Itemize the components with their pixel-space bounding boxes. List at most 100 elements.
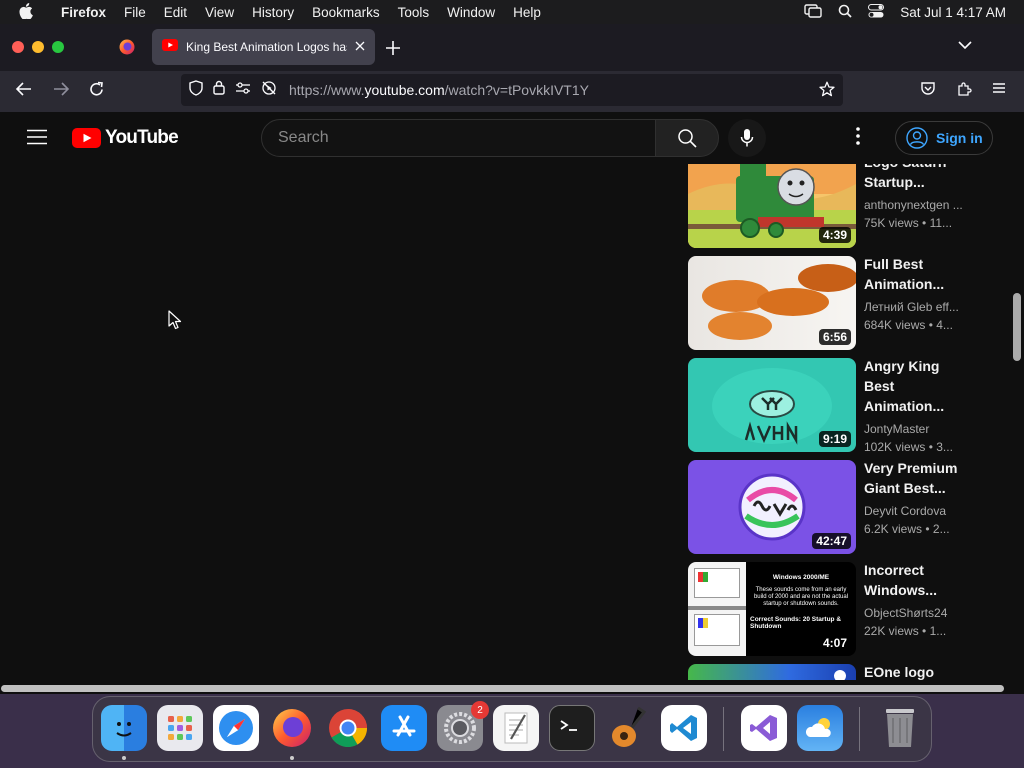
menu-window[interactable]: Window <box>438 5 504 20</box>
video-thumbnail[interactable]: 42:47 <box>688 460 856 554</box>
search-button[interactable] <box>655 119 719 157</box>
url-bar[interactable]: https://www.youtube.com/watch?v=tPovkkIV… <box>181 74 843 106</box>
weather-icon[interactable] <box>797 705 843 751</box>
related-video-item[interactable]: 6:56 Full Best Animation... Летний Gleb … <box>688 256 988 358</box>
textedit-icon[interactable] <box>493 705 539 751</box>
channel-name[interactable]: anthonynextgen ... <box>864 198 966 212</box>
youtube-header: YouTube Sign in <box>0 112 1024 164</box>
video-title[interactable]: Logo Saturn Startup... <box>864 164 966 192</box>
reload-icon[interactable] <box>88 81 105 103</box>
channel-name[interactable]: Deyvit Cordova <box>864 504 966 518</box>
video-meta: EOne logo <box>856 664 966 680</box>
related-video-item[interactable]: 9:19 Angry King Best Animation... JontyM… <box>688 358 988 460</box>
video-meta: Logo Saturn Startup... anthonynextgen ..… <box>856 164 966 256</box>
search-input[interactable] <box>278 120 655 156</box>
account-icon <box>906 127 928 149</box>
menu-clock[interactable]: Sat Jul 1 4:17 AM <box>900 5 1006 20</box>
video-duration: 9:19 <box>818 431 851 447</box>
terminal-icon[interactable] <box>549 705 595 751</box>
bookmark-star-icon[interactable] <box>819 81 835 102</box>
related-video-item[interactable]: 4:39 Logo Saturn Startup... anthonynextg… <box>688 164 988 256</box>
channel-name[interactable]: ObjectShørts24 <box>864 606 966 620</box>
menu-help[interactable]: Help <box>504 5 550 20</box>
tab-close-icon[interactable] <box>355 38 365 56</box>
new-tab-button[interactable] <box>386 35 400 61</box>
windows-logos-panel <box>688 562 746 656</box>
upload-age: • 4... <box>928 318 953 332</box>
related-video-item[interactable]: 42:47 Very Premium Giant Best... Deyvit … <box>688 460 988 562</box>
related-video-item[interactable]: EOne logo <box>688 664 988 680</box>
window-maximize-button[interactable] <box>52 41 64 53</box>
eone-thumbnail-art <box>688 664 856 680</box>
menu-app-name[interactable]: Firefox <box>52 5 115 20</box>
menu-view[interactable]: View <box>196 5 243 20</box>
search-icon <box>678 129 697 148</box>
video-stats: 22K views • 1... <box>864 624 966 638</box>
video-meta: Angry King Best Animation... JontyMaster… <box>856 358 966 460</box>
menu-file[interactable]: File <box>115 5 155 20</box>
dock-separator <box>859 707 860 751</box>
channel-name[interactable]: JontyMaster <box>864 422 966 436</box>
url-text[interactable]: https://www.youtube.com/watch?v=tPovkkIV… <box>289 82 589 98</box>
pocket-icon[interactable] <box>920 81 936 102</box>
upload-age: • 11... <box>922 216 953 230</box>
voice-search-button[interactable] <box>728 119 766 157</box>
video-title[interactable]: Very Premium Giant Best... <box>864 458 966 498</box>
video-thumbnail[interactable] <box>688 664 856 680</box>
youtube-logo[interactable]: YouTube <box>72 127 179 149</box>
spotlight-search-icon[interactable] <box>838 4 852 21</box>
guide-menu-icon[interactable] <box>27 129 47 150</box>
system-settings-icon[interactable]: 2 <box>437 701 489 751</box>
finder-icon[interactable] <box>101 705 147 751</box>
permissions-icon[interactable] <box>235 81 251 100</box>
video-title[interactable]: Angry King Best Animation... <box>864 356 966 416</box>
channel-name[interactable]: Летний Gleb eff... <box>864 300 966 314</box>
horizontal-scrollbar-thumb[interactable] <box>1 685 1004 692</box>
settings-more-icon[interactable] <box>856 127 860 150</box>
dock: 2 <box>92 696 932 762</box>
video-thumbnail[interactable]: Windows 2000/ME These sounds come from a… <box>688 562 856 656</box>
lock-icon[interactable] <box>213 80 225 100</box>
apple-menu-icon[interactable] <box>0 2 52 22</box>
menu-bookmarks[interactable]: Bookmarks <box>303 5 389 20</box>
autoplay-blocked-icon[interactable] <box>261 80 277 101</box>
youtube-favicon-icon <box>162 38 178 56</box>
notification-badge: 2 <box>471 701 489 719</box>
video-stats: 102K views • 3... <box>864 440 966 454</box>
window-minimize-button[interactable] <box>32 41 44 53</box>
safari-icon[interactable] <box>213 705 259 751</box>
control-center-icon[interactable] <box>868 3 885 21</box>
menu-history[interactable]: History <box>243 5 303 20</box>
app-menu-icon[interactable] <box>992 81 1006 100</box>
forward-icon[interactable] <box>52 81 70 102</box>
firefox-view-tab[interactable] <box>112 32 142 62</box>
tracking-protection-shield-icon[interactable] <box>189 79 203 101</box>
menu-tools[interactable]: Tools <box>389 5 439 20</box>
vertical-scrollbar-thumb[interactable] <box>1013 293 1021 361</box>
upload-age: • 3... <box>928 440 953 454</box>
extensions-icon[interactable] <box>956 81 972 102</box>
video-title[interactable]: EOne logo <box>864 662 966 680</box>
app-store-icon[interactable] <box>381 705 427 751</box>
back-icon[interactable] <box>15 81 33 102</box>
launchpad-icon[interactable] <box>157 705 203 751</box>
search-box[interactable] <box>261 119 656 157</box>
chrome-icon[interactable] <box>325 705 371 751</box>
menu-edit[interactable]: Edit <box>155 5 196 20</box>
video-thumbnail[interactable]: 6:56 <box>688 256 856 350</box>
video-title[interactable]: Full Best Animation... <box>864 254 966 294</box>
visual-studio-icon[interactable] <box>741 705 787 751</box>
garageband-icon[interactable] <box>605 705 651 751</box>
tab-youtube[interactable]: King Best Animation Logos has <box>152 29 375 65</box>
vscode-icon[interactable] <box>661 705 707 751</box>
related-video-item[interactable]: Windows 2000/ME These sounds come from a… <box>688 562 988 664</box>
video-thumbnail[interactable]: 9:19 <box>688 358 856 452</box>
window-close-button[interactable] <box>12 41 24 53</box>
trash-icon[interactable] <box>877 705 923 751</box>
video-thumbnail[interactable]: 4:39 <box>688 164 856 248</box>
sign-in-button[interactable]: Sign in <box>895 121 993 155</box>
firefox-icon[interactable] <box>269 705 315 751</box>
list-all-tabs-button[interactable] <box>958 37 972 55</box>
screen-mirroring-icon[interactable] <box>804 3 822 21</box>
video-title[interactable]: Incorrect Windows... <box>864 560 966 600</box>
